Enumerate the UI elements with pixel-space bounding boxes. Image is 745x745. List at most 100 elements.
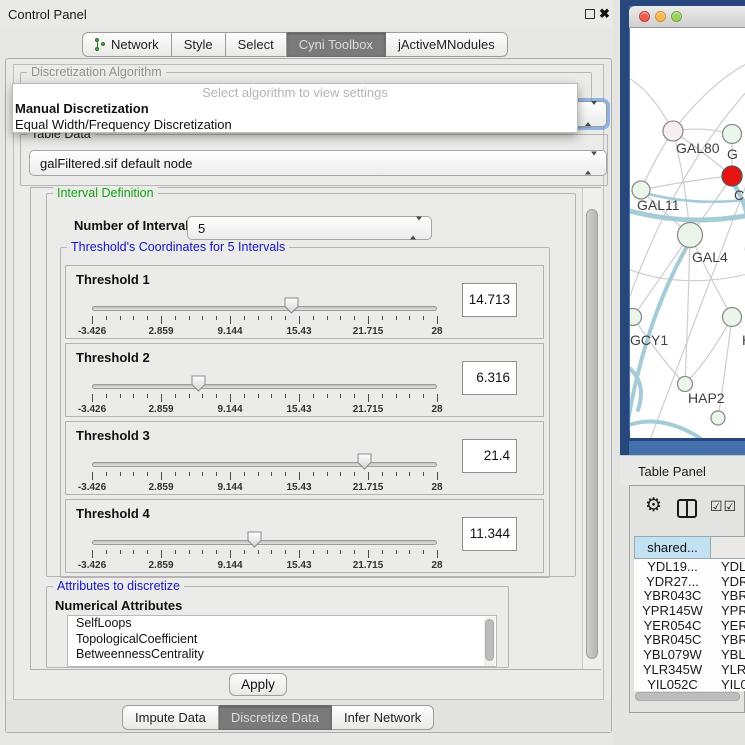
tab-network[interactable]: Network	[82, 32, 172, 57]
slider-thumb[interactable]	[191, 375, 206, 392]
network-node-gal4[interactable]	[678, 223, 703, 248]
network-node-gal80[interactable]	[663, 121, 683, 141]
slider-thumb[interactable]	[357, 453, 372, 470]
table-row[interactable]: YBR045CYBR0	[634, 632, 745, 647]
split-view-icon[interactable]	[677, 499, 697, 518]
network-edge[interactable]	[633, 317, 685, 384]
network-window-titlebar[interactable]	[629, 6, 745, 28]
table-cell[interactable]: YPR145W	[634, 603, 711, 618]
list-item[interactable]: TopologicalCoefficient	[68, 632, 496, 648]
list-scrollbar[interactable]	[484, 617, 495, 667]
threshold-value-field[interactable]: 14.713	[462, 283, 517, 317]
threshold-slider-track[interactable]	[92, 540, 437, 545]
table-row[interactable]: YDL19...YDL1	[634, 559, 745, 574]
network-node[interactable]	[711, 411, 725, 425]
tab-select[interactable]: Select	[226, 32, 287, 57]
column-header-shared-name[interactable]: shared...	[634, 536, 711, 559]
tab-discretize-data[interactable]: Discretize Data	[219, 705, 332, 730]
threshold-value-field[interactable]: 6.316	[462, 361, 517, 395]
combo-arrows-icon	[410, 221, 422, 236]
table-horizontal-scrollbar[interactable]	[635, 692, 740, 701]
table-row[interactable]: YBL079WYBL0	[634, 647, 745, 662]
network-edge[interactable]	[630, 268, 745, 281]
slider-thumb[interactable]	[284, 297, 299, 314]
threshold-value-field[interactable]: 21.4	[462, 439, 517, 473]
table-row[interactable]: YBR043CYBR0	[634, 588, 745, 603]
tab-jactivemnodules[interactable]: jActiveMNodules	[386, 32, 508, 57]
table-cell[interactable]: YIL0	[711, 677, 745, 692]
table-row[interactable]: YIL052CYIL0	[634, 677, 745, 692]
threshold-slider-track[interactable]	[92, 462, 437, 467]
gear-icon[interactable]: ⚙	[645, 494, 662, 517]
checkboxes-icon[interactable]: ☑☑	[710, 498, 737, 515]
scrollbar-thumb[interactable]	[586, 209, 598, 659]
table-row[interactable]: YDR27...YDR2	[634, 574, 745, 589]
slider-tick-labels: -3.4262.8599.14415.4321.71528	[92, 482, 437, 494]
tick-mark	[202, 472, 203, 476]
tick-mark	[423, 550, 424, 554]
close-icon[interactable]: ✖	[599, 6, 610, 22]
table-cell[interactable]: YDR2	[711, 574, 745, 589]
table-cell[interactable]: YLR3	[711, 662, 745, 677]
table-cell[interactable]: YDL1	[711, 559, 745, 574]
threshold-1-box: Threshold 1 -3.4262.8599.14415.4321.7152…	[65, 265, 544, 339]
slider-tick-labels: -3.4262.8599.14415.4321.71528	[92, 404, 437, 416]
list-item[interactable]: SelfLoops	[68, 616, 496, 632]
tick-mark	[271, 550, 272, 554]
tick-mark	[313, 550, 314, 554]
zoom-traffic-light-icon[interactable]	[671, 11, 682, 22]
slider-thumb[interactable]	[247, 531, 262, 548]
dropdown-option-equal-width[interactable]: Equal Width/Frequency Discretization	[13, 117, 577, 133]
network-node-h[interactable]	[723, 308, 742, 327]
tick-mark	[175, 394, 176, 398]
network-edge[interactable]	[673, 63, 745, 131]
table-cell[interactable]: YBL079W	[634, 647, 711, 662]
table-cell[interactable]: YIL052C	[634, 677, 711, 692]
number-of-intervals-combobox[interactable]: 5	[187, 216, 432, 240]
network-node-label: G	[727, 146, 738, 162]
threshold-slider-track[interactable]	[92, 306, 437, 311]
network-edge[interactable]	[641, 176, 732, 190]
network-edge-highlighted[interactable]	[630, 422, 700, 438]
tab-infer-network[interactable]: Infer Network	[332, 705, 434, 730]
table-cell[interactable]: YPR1	[711, 603, 745, 618]
table-cell[interactable]: YBR043C	[634, 588, 711, 603]
network-node-c[interactable]	[722, 166, 742, 186]
minimize-traffic-light-icon[interactable]	[655, 11, 666, 22]
list-item[interactable]: BetweennessCentrality	[68, 647, 496, 663]
network-node-g[interactable]	[723, 125, 742, 144]
slider-ticks	[92, 394, 437, 403]
table-cell[interactable]: YLR345W	[634, 662, 711, 677]
tick-label: 21.715	[353, 560, 384, 571]
network-node-gcy1[interactable]	[630, 309, 642, 326]
table-row[interactable]: YER054CYER0	[634, 618, 745, 633]
table-cell[interactable]: YDR27...	[634, 574, 711, 589]
tab-cyni-toolbox[interactable]: Cyni Toolbox	[287, 32, 386, 57]
table-row[interactable]: YPR145WYPR1	[634, 603, 745, 618]
network-edge[interactable]	[685, 235, 690, 384]
network-edge[interactable]	[690, 235, 732, 317]
table-cell[interactable]: YBR0	[711, 632, 745, 647]
table-cell[interactable]: YBL0	[711, 647, 745, 662]
table-row[interactable]: YLR345WYLR3	[634, 662, 745, 677]
settings-scrollbar[interactable]	[582, 188, 601, 669]
threshold-value-field[interactable]: 11.344	[462, 517, 517, 551]
float-window-icon[interactable]	[585, 9, 595, 19]
table-cell[interactable]: YER054C	[634, 618, 711, 633]
table-data-combobox[interactable]: galFiltered.sif default node	[29, 150, 607, 176]
numerical-attributes-list[interactable]: SelfLoops TopologicalCoefficient Between…	[67, 615, 497, 667]
column-header-name[interactable]: na	[711, 536, 745, 559]
tick-mark	[189, 472, 190, 476]
apply-button[interactable]: Apply	[229, 673, 287, 696]
tick-mark	[299, 316, 300, 324]
close-traffic-light-icon[interactable]	[639, 11, 650, 22]
tab-style[interactable]: Style	[172, 32, 226, 57]
table-cell[interactable]: YDL19...	[634, 559, 711, 574]
table-cell[interactable]: YBR045C	[634, 632, 711, 647]
network-view-canvas[interactable]: GAL80GCGAL11GAL4GCY1HHAP2	[630, 28, 745, 438]
tab-impute-data[interactable]: Impute Data	[122, 705, 219, 730]
dropdown-option-manual[interactable]: Manual Discretization	[13, 101, 577, 117]
table-cell[interactable]: YER0	[711, 618, 745, 633]
threshold-slider-track[interactable]	[92, 384, 437, 389]
table-cell[interactable]: YBR0	[711, 588, 745, 603]
